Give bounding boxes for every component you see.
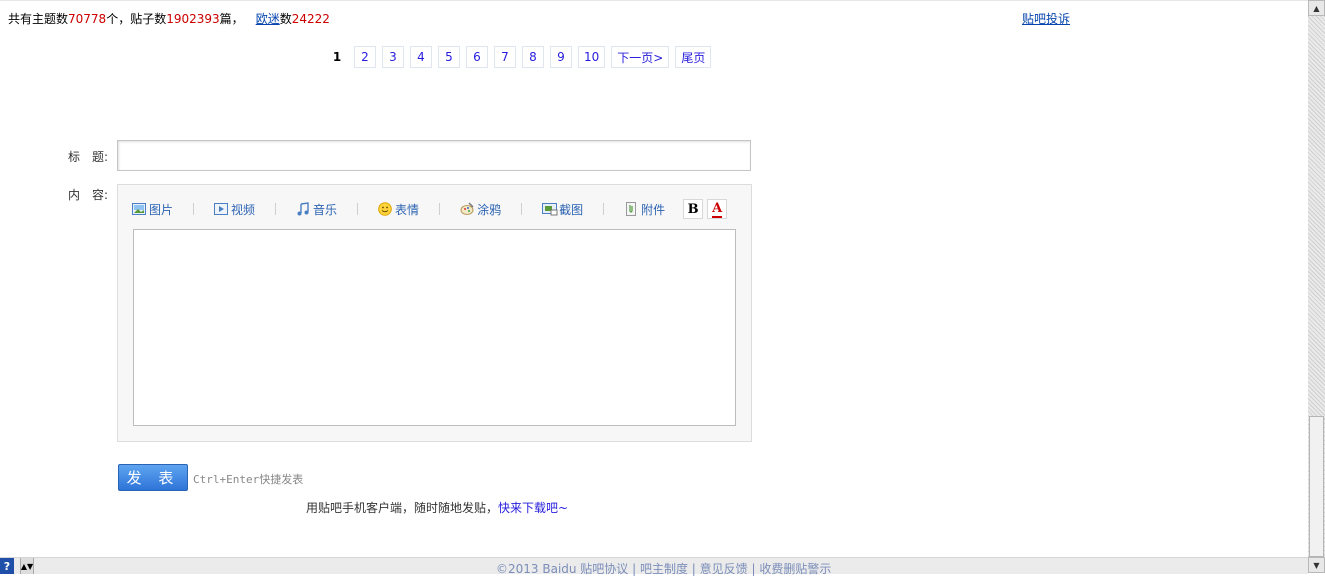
image-icon	[132, 202, 146, 216]
tool-label: 视频	[231, 202, 256, 217]
attachment-button[interactable]: 附件	[624, 201, 665, 218]
tool-label: 涂鸦	[477, 202, 502, 217]
insert-graffiti-button[interactable]: 涂鸦	[460, 201, 501, 218]
page-link[interactable]: 2	[354, 46, 376, 68]
attachment-icon	[624, 202, 638, 216]
scroll-up-icon[interactable]: ▲	[1308, 0, 1325, 16]
content-label: 内 容:	[68, 188, 109, 202]
insert-music-button[interactable]: 音乐	[296, 201, 337, 218]
footer-links[interactable]: ©2013 Baidu 贴吧协议 | 吧主制度 | 意见反馈 | 收费删贴警示	[496, 560, 831, 577]
toolbar-separator	[521, 203, 523, 215]
mobile-promo: 用贴吧手机客户端，随时随地发贴，快来下载吧~	[306, 499, 568, 516]
toolbar-separator	[275, 203, 277, 215]
tool-label: 附件	[641, 202, 666, 217]
title-input[interactable]	[117, 140, 751, 171]
toggle-icon[interactable]: ▲▼	[20, 558, 34, 574]
smiley-icon	[378, 202, 392, 216]
topic-count: 70778	[68, 12, 107, 26]
video-icon	[214, 202, 229, 216]
page-link[interactable]: 6	[466, 46, 488, 68]
toolbar-separator	[603, 203, 605, 215]
top-divider	[0, 0, 1308, 1]
page-link[interactable]: 10	[578, 46, 606, 68]
bottom-bar: ? ▲▼ ©2013 Baidu 贴吧协议 | 吧主制度 | 意见反馈 | 收费…	[0, 557, 1308, 577]
editor-toolbar: 图片 视频 音乐 表情 涂鸦 截图 附件 B A	[132, 199, 728, 219]
page-link[interactable]: 7	[494, 46, 516, 68]
scroll-down-icon[interactable]: ▼	[1308, 557, 1325, 573]
stats-prefix: 共有主题数	[8, 12, 69, 26]
toolbar-separator	[193, 203, 195, 215]
insert-emoji-button[interactable]: 表情	[378, 201, 419, 218]
fans-count: 24222	[291, 12, 330, 26]
title-label: 标 题:	[68, 150, 109, 164]
tool-label: 音乐	[313, 202, 338, 217]
page-link[interactable]: 8	[522, 46, 544, 68]
last-page-button[interactable]: 尾页	[675, 46, 712, 68]
page-link[interactable]: 3	[382, 46, 404, 68]
fans-suffix: 数	[279, 12, 292, 26]
post-count: 1902393	[166, 12, 220, 26]
font-color-label: A	[712, 200, 723, 218]
font-color-button[interactable]: A	[707, 199, 728, 219]
page-link[interactable]: 9	[550, 46, 572, 68]
page-link[interactable]: 4	[410, 46, 432, 68]
bold-button[interactable]: B	[683, 199, 704, 219]
help-icon[interactable]: ?	[0, 558, 14, 574]
fans-link[interactable]: 欧迷	[256, 12, 280, 26]
vertical-scrollbar[interactable]: ▲ ▼	[1308, 0, 1325, 573]
report-link[interactable]: 贴吧投诉	[1022, 10, 1070, 27]
page-link[interactable]: 5	[438, 46, 460, 68]
shortcut-hint: Ctrl+Enter快捷发表	[193, 473, 304, 486]
mobile-promo-text: 用贴吧手机客户端，随时随地发贴，	[306, 501, 499, 515]
submit-button[interactable]: 发 表	[118, 464, 188, 491]
graffiti-icon	[460, 202, 474, 216]
page-current: 1	[326, 46, 348, 68]
tool-label: 截图	[559, 202, 584, 217]
next-page-button[interactable]: 下一页>	[611, 46, 670, 68]
toolbar-separator	[439, 203, 441, 215]
pagination: 1 2 3 4 5 6 7 8 9 10 下一页> 尾页	[326, 46, 712, 68]
music-icon	[296, 202, 310, 216]
toolbar-separator	[357, 203, 359, 215]
post-unit: 篇，	[219, 12, 244, 26]
content-textarea[interactable]	[133, 229, 736, 426]
topic-unit: 个，贴子数	[106, 12, 167, 26]
scrollbar-thumb[interactable]	[1309, 416, 1324, 557]
screenshot-button[interactable]: 截图	[542, 201, 583, 218]
post-editor: 图片 视频 音乐 表情 涂鸦 截图 附件 B A	[117, 184, 752, 442]
screenshot-icon	[542, 202, 558, 216]
tool-label: 图片	[149, 202, 174, 217]
download-link[interactable]: 快来下载吧~	[498, 501, 568, 515]
tool-label: 表情	[395, 202, 420, 217]
insert-image-button[interactable]: 图片	[132, 201, 173, 218]
forum-stats: 共有主题数70778个，贴子数1902393篇， 欧迷数24222	[8, 10, 330, 27]
insert-video-button[interactable]: 视频	[214, 201, 255, 218]
